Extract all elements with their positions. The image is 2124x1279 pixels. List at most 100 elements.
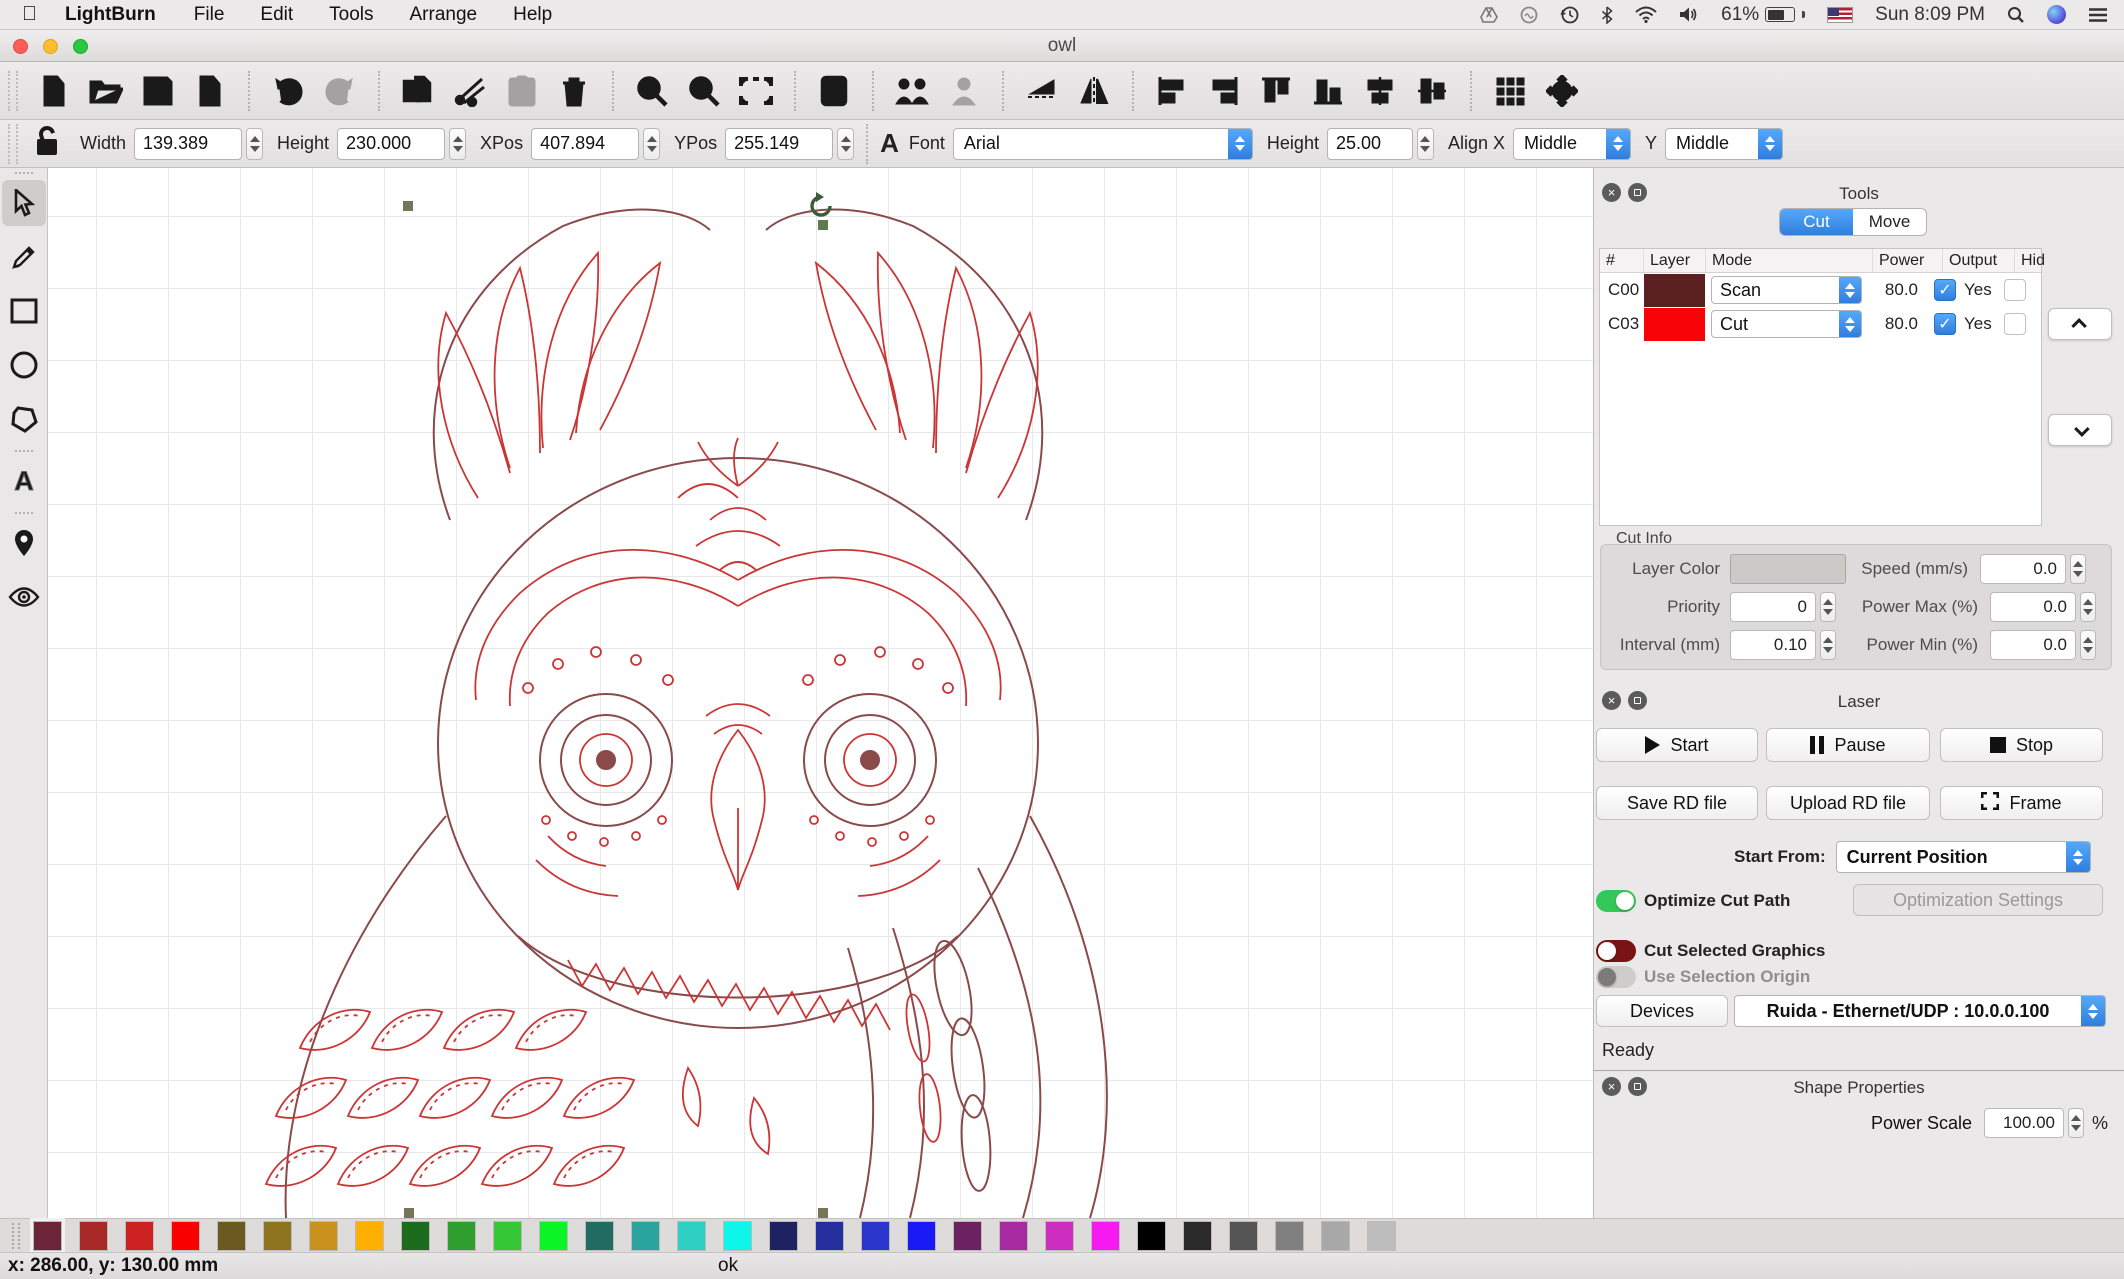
optimize-cut-path-toggle[interactable] (1596, 890, 1636, 912)
menu-help[interactable]: Help (513, 4, 552, 26)
palette-swatch-6[interactable] (310, 1222, 337, 1250)
palette-swatch-29[interactable] (1368, 1222, 1395, 1250)
speed-stepper[interactable] (2070, 554, 2086, 584)
palette-swatch-0[interactable] (34, 1222, 61, 1250)
ungroup-button[interactable] (938, 70, 990, 112)
device-select[interactable]: Ruida - Ethernet/UDP : 10.0.0.100 (1734, 995, 2106, 1027)
ypos-input[interactable]: 255.149 (725, 128, 833, 160)
grid-array-button[interactable] (1484, 70, 1536, 112)
layer-move-up-button[interactable] (2048, 308, 2112, 340)
output-checkbox[interactable]: ✓ (1934, 279, 1956, 301)
output-checkbox[interactable]: ✓ (1934, 313, 1956, 335)
new-file-button[interactable] (28, 70, 80, 112)
palette-swatch-21[interactable] (1000, 1222, 1027, 1250)
input-source-flag-icon[interactable] (1827, 7, 1853, 23)
palette-swatch-3[interactable] (172, 1222, 199, 1250)
power-max-input[interactable]: 0.0 (1990, 592, 2076, 622)
position-tool[interactable] (2, 520, 46, 566)
palette-swatch-7[interactable] (356, 1222, 383, 1250)
redo-button[interactable] (314, 70, 366, 112)
upload-rd-file-button[interactable]: Upload RD file (1766, 786, 1930, 820)
draw-tool[interactable] (2, 234, 46, 280)
palette-swatch-2[interactable] (126, 1222, 153, 1250)
apple-menu-icon[interactable]:  (22, 3, 37, 26)
layer-mode-select[interactable]: Cut (1711, 310, 1862, 338)
selection-handle-rotate-anchor[interactable] (818, 220, 828, 230)
height-stepper[interactable] (449, 128, 466, 160)
siri-icon[interactable] (2047, 5, 2066, 24)
align-x-select[interactable]: Middle (1513, 128, 1631, 160)
power-min-stepper[interactable] (2080, 630, 2096, 660)
align-left-button[interactable] (1146, 70, 1198, 112)
palette-swatch-23[interactable] (1092, 1222, 1119, 1250)
layer-color-swatch[interactable] (1644, 308, 1705, 341)
delete-button[interactable] (548, 70, 600, 112)
height-input[interactable]: 230.000 (337, 128, 445, 160)
palette-swatch-14[interactable] (678, 1222, 705, 1250)
device-settings-button[interactable] (808, 70, 860, 112)
import-file-button[interactable] (184, 70, 236, 112)
layer-move-down-button[interactable] (2048, 414, 2112, 446)
volume-icon[interactable] (1679, 6, 1699, 23)
palette-swatch-10[interactable] (494, 1222, 521, 1250)
copy-button[interactable] (392, 70, 444, 112)
font-select[interactable]: Arial (953, 128, 1253, 160)
power-scale-stepper[interactable] (2068, 1108, 2084, 1138)
zoom-out-button[interactable] (678, 70, 730, 112)
palette-swatch-26[interactable] (1230, 1222, 1257, 1250)
select-tool[interactable] (2, 180, 46, 226)
menu-edit[interactable]: Edit (260, 4, 293, 26)
propbar-drag-handle[interactable] (8, 124, 18, 164)
time-machine-icon[interactable] (1560, 5, 1579, 24)
frame-button[interactable]: Frame (1940, 786, 2103, 820)
width-stepper[interactable] (246, 128, 263, 160)
ypos-stepper[interactable] (837, 128, 854, 160)
hide-checkbox[interactable] (2004, 313, 2026, 335)
palette-swatch-15[interactable] (724, 1222, 751, 1250)
palette-swatch-25[interactable] (1184, 1222, 1211, 1250)
palette-swatch-13[interactable] (632, 1222, 659, 1250)
ellipse-tool[interactable] (2, 342, 46, 388)
tab-move[interactable]: Move (1853, 209, 1926, 235)
menu-tools[interactable]: Tools (329, 4, 373, 26)
align-right-button[interactable] (1198, 70, 1250, 112)
selection-handle-bottom-right[interactable] (818, 1208, 828, 1218)
align-h-center-button[interactable] (1406, 70, 1458, 112)
palette-swatch-27[interactable] (1276, 1222, 1303, 1250)
font-height-input[interactable]: 25.00 (1327, 128, 1413, 160)
layer-row-c00[interactable]: C00 Scan 80.0 ✓ Yes (1600, 273, 2041, 307)
text-tool[interactable]: A (2, 458, 46, 504)
palette-swatch-5[interactable] (264, 1222, 291, 1250)
paste-button[interactable] (496, 70, 548, 112)
menubar-clock[interactable]: Sun 8:09 PM (1875, 4, 1985, 26)
align-y-select[interactable]: Middle (1665, 128, 1783, 160)
lock-icon[interactable] (34, 125, 60, 162)
bluetooth-icon[interactable] (1601, 6, 1613, 24)
palette-swatch-1[interactable] (80, 1222, 107, 1250)
optimization-settings-button[interactable]: Optimization Settings (1853, 884, 2103, 916)
creative-cloud-icon[interactable] (1520, 6, 1538, 24)
view-tool[interactable] (2, 574, 46, 620)
palette-swatch-9[interactable] (448, 1222, 475, 1250)
undo-button[interactable] (262, 70, 314, 112)
interval-input[interactable]: 0.10 (1730, 630, 1816, 660)
align-v-center-button[interactable] (1354, 70, 1406, 112)
spotlight-icon[interactable] (2007, 6, 2025, 24)
toolbar-drag-handle[interactable] (8, 71, 18, 111)
open-file-button[interactable] (80, 70, 132, 112)
power-scale-input[interactable]: 100.00 (1984, 1108, 2064, 1138)
save-file-button[interactable] (132, 70, 184, 112)
save-rd-file-button[interactable]: Save RD file (1596, 786, 1758, 820)
palette-swatch-19[interactable] (908, 1222, 935, 1250)
layer-color-swatch[interactable] (1644, 274, 1705, 307)
palette-swatch-11[interactable] (540, 1222, 567, 1250)
priority-input[interactable]: 0 (1730, 592, 1816, 622)
align-top-button[interactable] (1250, 70, 1302, 112)
cut-selected-graphics-toggle[interactable] (1596, 940, 1636, 962)
palette-swatch-17[interactable] (816, 1222, 843, 1250)
notification-center-icon[interactable] (2088, 7, 2108, 23)
stop-button[interactable]: Stop (1940, 728, 2103, 762)
palette-swatch-20[interactable] (954, 1222, 981, 1250)
app-menu[interactable]: LightBurn (65, 4, 156, 26)
align-bottom-button[interactable] (1302, 70, 1354, 112)
